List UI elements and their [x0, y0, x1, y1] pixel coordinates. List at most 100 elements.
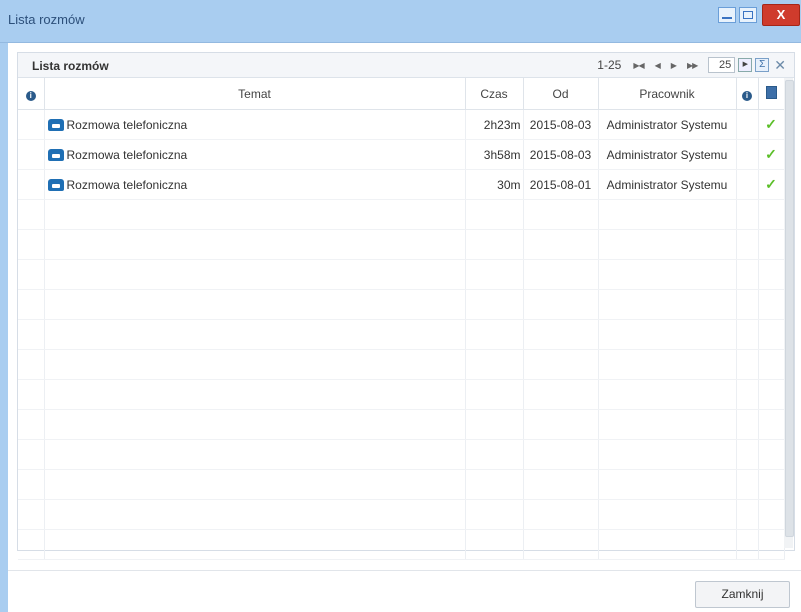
czas-cell: [465, 319, 524, 350]
status-cell: [758, 529, 785, 560]
row-info-cell-2: [736, 409, 759, 440]
temat-cell: [44, 259, 466, 290]
title-bar[interactable]: Lista rozmów X: [0, 0, 801, 43]
phone-icon: [47, 119, 64, 132]
row-info-cell-2: [736, 379, 759, 410]
czas-cell: 30m: [465, 169, 524, 200]
pracownik-cell: [598, 289, 737, 320]
table-row[interactable]: [18, 439, 785, 470]
check-icon: ✓: [765, 176, 777, 192]
pager: 1-25 ▶◀ ◀ ▶ ▶▶ 25 ▶ Σ ✕: [597, 56, 786, 74]
od-cell: 2015-08-01: [523, 169, 599, 200]
table-row[interactable]: [18, 379, 785, 410]
dialog-window: Lista rozmów X Lista rozmów 1-25 ▶◀ ◀ ▶ …: [0, 0, 801, 612]
row-info-cell-2: [736, 499, 759, 530]
od-cell: [523, 409, 599, 440]
temat-cell: Rozmowa telefoniczna: [44, 169, 466, 200]
pracownik-cell: Administrator Systemu: [598, 169, 737, 200]
phone-icon: [47, 179, 64, 192]
row-info-cell-2: [736, 139, 759, 170]
row-info-cell-2: [736, 469, 759, 500]
pracownik-cell: [598, 499, 737, 530]
pracownik-cell: Administrator Systemu: [598, 139, 737, 170]
table-row[interactable]: [18, 529, 785, 560]
pager-range: 1-25: [597, 58, 622, 72]
edit-column-header: [758, 78, 785, 110]
row-info-cell-2: [736, 229, 759, 260]
table-row[interactable]: [18, 199, 785, 230]
close-button[interactable]: Zamknij: [695, 581, 790, 608]
scrollbar-thumb[interactable]: [785, 80, 794, 537]
temat-cell: Rozmowa telefoniczna: [44, 139, 466, 170]
row-info-cell: [18, 109, 45, 140]
temat-cell: [44, 469, 466, 500]
edit-icon: [765, 85, 777, 99]
status-cell: [758, 409, 785, 440]
pracownik-cell: [598, 259, 737, 290]
status-cell: [758, 199, 785, 230]
status-cell: [758, 349, 785, 380]
sum-icon[interactable]: Σ: [755, 58, 770, 72]
minimize-icon[interactable]: [718, 7, 736, 23]
od-cell: [523, 289, 599, 320]
temat-text: Rozmowa telefoniczna: [66, 117, 188, 132]
info-icon: i: [742, 90, 752, 101]
status-cell: ✓: [758, 109, 785, 140]
table-row[interactable]: [18, 499, 785, 530]
table-row[interactable]: [18, 469, 785, 500]
od-cell: 2015-08-03: [523, 109, 599, 140]
temat-cell: [44, 319, 466, 350]
row-info-cell: [18, 169, 45, 200]
column-header-czas[interactable]: Czas: [465, 78, 524, 110]
table-row[interactable]: [18, 289, 785, 320]
column-header-pracownik[interactable]: Pracownik: [598, 78, 737, 110]
row-info-cell: [18, 199, 45, 230]
status-cell: ✓: [758, 169, 785, 200]
status-cell: [758, 469, 785, 500]
temat-cell: [44, 289, 466, 320]
table-row[interactable]: [18, 229, 785, 260]
row-info-cell: [18, 259, 45, 290]
table-row[interactable]: [18, 349, 785, 380]
page-size-input[interactable]: 25: [708, 57, 736, 73]
check-icon: ✓: [765, 146, 777, 162]
info-icon: i: [25, 90, 36, 101]
table-row[interactable]: [18, 319, 785, 350]
next-page-icon[interactable]: ▶: [671, 61, 677, 70]
check-icon: ✓: [765, 116, 777, 132]
od-cell: [523, 529, 599, 560]
prev-page-icon[interactable]: ◀: [655, 61, 661, 70]
vertical-scrollbar[interactable]: [784, 78, 794, 548]
last-page-icon[interactable]: ▶▶: [687, 61, 698, 70]
row-info-cell-2: [736, 109, 759, 140]
settings-tools-icon[interactable]: ✕: [774, 57, 786, 74]
status-cell: [758, 229, 785, 260]
row-info-cell-2: [736, 349, 759, 380]
apply-page-size-icon[interactable]: ▶: [738, 58, 753, 72]
column-header-temat[interactable]: Temat: [44, 78, 466, 110]
pracownik-cell: [598, 439, 737, 470]
first-page-icon[interactable]: ▶◀: [633, 61, 644, 70]
row-info-cell-2: [736, 289, 759, 320]
czas-cell: [465, 379, 524, 410]
pracownik-cell: [598, 409, 737, 440]
row-info-cell: [18, 409, 45, 440]
column-header-od[interactable]: Od: [523, 78, 599, 110]
close-window-button[interactable]: X: [762, 4, 800, 26]
info-column-header: i: [18, 78, 45, 110]
row-info-cell: [18, 289, 45, 320]
calls-table: i Temat Czas Od Pracownik i Rozmowa tele…: [18, 78, 785, 560]
table-row[interactable]: Rozmowa telefoniczna 2h23m 2015-08-03 Admin…: [18, 109, 785, 140]
table-row[interactable]: Rozmowa telefoniczna 30m 2015-08-01 Adminis…: [18, 169, 785, 200]
status-cell: [758, 439, 785, 470]
table-row[interactable]: Rozmowa telefoniczna 3h58m 2015-08-03 Admin…: [18, 139, 785, 170]
od-cell: [523, 499, 599, 530]
footer-divider: [8, 570, 801, 571]
table-row[interactable]: [18, 409, 785, 440]
pracownik-cell: [598, 319, 737, 350]
row-info-cell-2: [736, 529, 759, 560]
maximize-icon[interactable]: [739, 7, 757, 23]
czas-cell: [465, 469, 524, 500]
status-cell: [758, 259, 785, 290]
table-row[interactable]: [18, 259, 785, 290]
